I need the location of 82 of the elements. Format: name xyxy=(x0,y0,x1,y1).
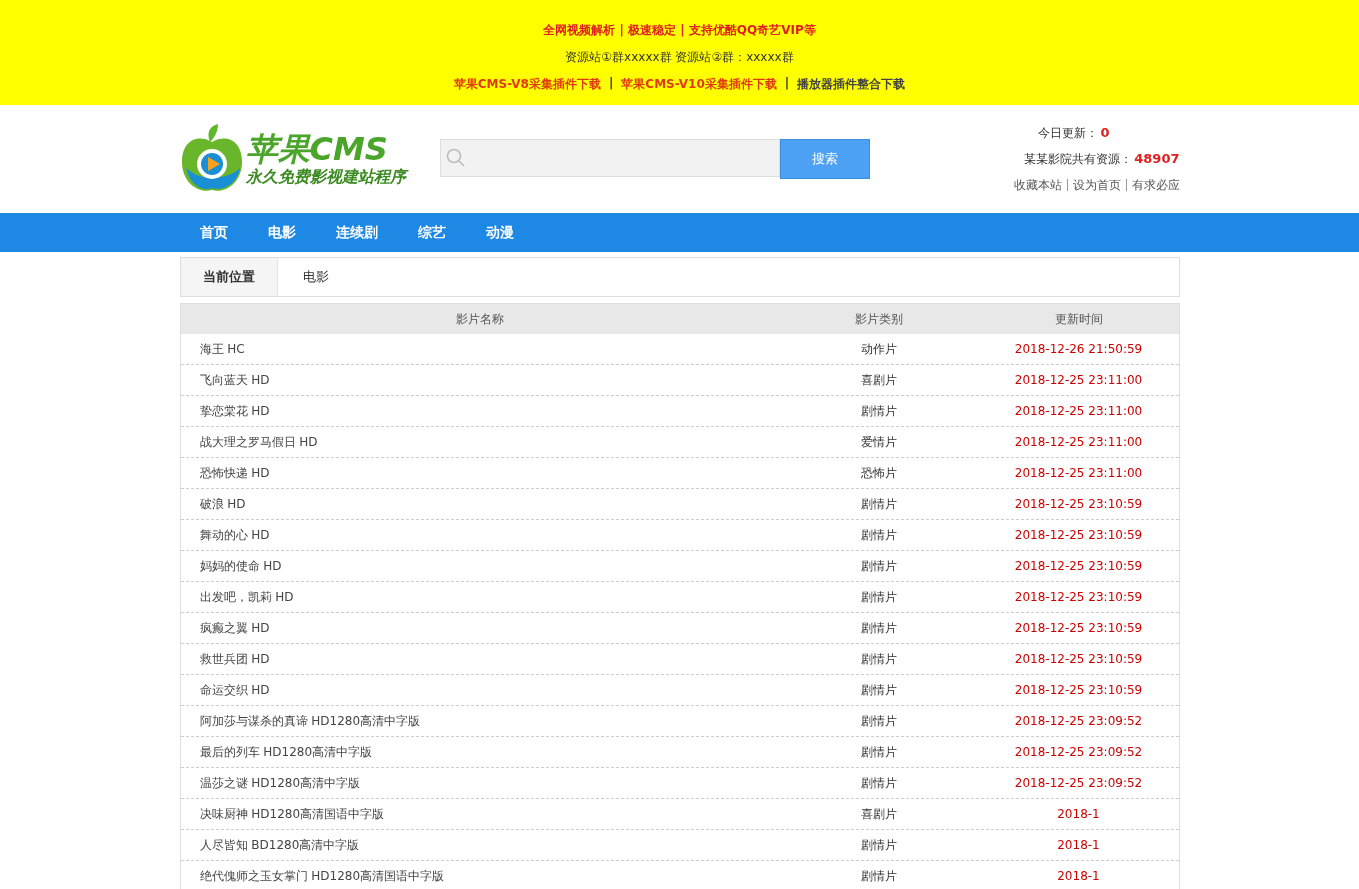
category-cell: 剧情片 xyxy=(860,837,897,852)
category-cell: 剧情片 xyxy=(860,775,897,790)
update-time-cell: 2018-12-25 23:10:59 xyxy=(1014,652,1143,666)
movie-title-link[interactable]: 出发吧，凯莉 HD xyxy=(199,589,294,604)
nav-item[interactable]: 动漫 xyxy=(465,213,534,252)
movie-title-link[interactable]: 战大理之罗马假日 HD xyxy=(199,434,318,449)
category-cell: 喜剧片 xyxy=(860,806,897,821)
quick-link[interactable]: 设为首页 xyxy=(1072,176,1121,194)
quick-link[interactable]: 收藏本站 xyxy=(1013,176,1062,194)
movie-title-link[interactable]: 挚恋棠花 HD xyxy=(199,403,270,418)
movie-title-link[interactable]: 决味厨神 HD1280高清国语中字版 xyxy=(199,806,385,821)
column-header: 更新时间 xyxy=(1053,310,1104,328)
update-time-cell: 2018-12-25 23:09:52 xyxy=(1014,745,1143,759)
movie-title-link[interactable]: 疯癫之翼 HD xyxy=(199,620,270,635)
separator: | xyxy=(608,76,614,92)
separator: | xyxy=(784,76,790,92)
category-cell: 剧情片 xyxy=(860,496,897,511)
download-link[interactable]: 苹果CMS-V8采集插件下载 xyxy=(453,76,601,93)
category-cell: 剧情片 xyxy=(860,713,897,728)
nav-item[interactable]: 电影 xyxy=(247,213,316,252)
movie-title-link[interactable]: 命运交织 HD xyxy=(199,682,270,697)
breadcrumb-label: 当前位置 xyxy=(180,258,278,296)
movie-title-link[interactable]: 温莎之谜 HD1280高清中字版 xyxy=(199,775,361,790)
apple-logo-icon xyxy=(179,124,244,194)
search-field[interactable] xyxy=(439,139,780,177)
category-cell: 剧情片 xyxy=(860,651,897,666)
column-header: 影片类别 xyxy=(853,310,904,328)
logo-title: 苹果CMS xyxy=(245,130,389,167)
search-icon xyxy=(445,148,466,168)
category-cell: 剧情片 xyxy=(860,403,897,418)
update-time-cell: 2018-1 xyxy=(1057,838,1100,852)
movie-title-link[interactable]: 绝代傀师之玉女掌门 HD1280高清国语中字版 xyxy=(199,868,445,883)
movie-title-link[interactable]: 阿加莎与谋杀的真谛 HD1280高清中字版 xyxy=(199,713,421,728)
stat-label: 某某影院共有资源： xyxy=(1024,150,1133,168)
category-cell: 剧情片 xyxy=(860,589,897,604)
category-cell: 爱情片 xyxy=(860,434,897,449)
category-cell: 恐怖片 xyxy=(860,465,897,480)
update-time-cell: 2018-12-25 23:11:00 xyxy=(1014,404,1143,418)
update-time-cell: 2018-12-25 23:11:00 xyxy=(1014,373,1143,387)
stat-value: 48907 xyxy=(1134,150,1180,168)
update-time-cell: 2018-12-25 23:10:59 xyxy=(1014,528,1143,542)
update-time-cell: 2018-12-25 23:10:59 xyxy=(1014,497,1143,511)
nav-item[interactable]: 首页 xyxy=(179,213,248,252)
movie-title-link[interactable]: 妈妈的使命 HD xyxy=(199,558,282,573)
stat-value: 0 xyxy=(1100,124,1110,142)
movie-title-link[interactable]: 海王 HC xyxy=(199,341,245,356)
category-cell: 喜剧片 xyxy=(860,372,897,387)
category-cell: 剧情片 xyxy=(860,682,897,697)
movie-title-link[interactable]: 最后的列车 HD1280高清中字版 xyxy=(199,744,373,759)
movie-title-link[interactable]: 舞动的心 HD xyxy=(199,527,270,542)
download-link[interactable]: 苹果CMS-V10采集插件下载 xyxy=(621,76,777,93)
update-time-cell: 2018-12-25 23:11:00 xyxy=(1014,435,1143,449)
category-cell: 剧情片 xyxy=(860,868,897,883)
movie-title-link[interactable]: 恐怖快递 HD xyxy=(199,465,270,480)
category-cell: 剧情片 xyxy=(860,620,897,635)
update-time-cell: 2018-12-26 21:50:59 xyxy=(1014,342,1143,356)
category-cell: 剧情片 xyxy=(860,744,897,759)
group-info: 资源站①群xxxxx群 资源站②群：xxxxx群 xyxy=(565,49,794,66)
category-cell: 动作片 xyxy=(860,341,897,356)
movie-title-link[interactable]: 破浪 HD xyxy=(199,496,246,511)
download-link[interactable]: 播放器插件整合下载 xyxy=(797,76,906,93)
nav-item[interactable]: 综艺 xyxy=(397,213,466,252)
quick-link[interactable]: 有求必应 xyxy=(1131,176,1180,194)
movie-title-link[interactable]: 人尽皆知 BD1280高清中字版 xyxy=(199,837,360,852)
update-time-cell: 2018-12-25 23:09:52 xyxy=(1014,714,1143,728)
column-header: 影片名称 xyxy=(454,310,505,328)
update-time-cell: 2018-12-25 23:10:59 xyxy=(1014,559,1143,573)
category-cell: 剧情片 xyxy=(860,558,897,573)
movie-title-link[interactable]: 飞向蓝天 HD xyxy=(199,372,270,387)
update-time-cell: 2018-12-25 23:10:59 xyxy=(1014,683,1143,697)
update-time-cell: 2018-1 xyxy=(1057,869,1100,883)
stat-label: 今日更新： xyxy=(1038,124,1099,142)
category-cell: 剧情片 xyxy=(860,527,897,542)
update-time-cell: 2018-1 xyxy=(1057,807,1100,821)
update-time-cell: 2018-12-25 23:10:59 xyxy=(1014,590,1143,604)
nav-item[interactable]: 连续剧 xyxy=(315,213,398,252)
breadcrumb-current[interactable]: 电影 xyxy=(277,268,329,286)
movie-title-link[interactable]: 救世兵团 HD xyxy=(199,651,270,666)
update-time-cell: 2018-12-25 23:09:52 xyxy=(1014,776,1143,790)
update-time-cell: 2018-12-25 23:11:00 xyxy=(1014,466,1143,480)
banner-headline: 全网视频解析 | 极速稳定 | 支持优酷QQ奇艺VIP等 xyxy=(543,22,816,39)
update-time-cell: 2018-12-25 23:10:59 xyxy=(1014,621,1143,635)
